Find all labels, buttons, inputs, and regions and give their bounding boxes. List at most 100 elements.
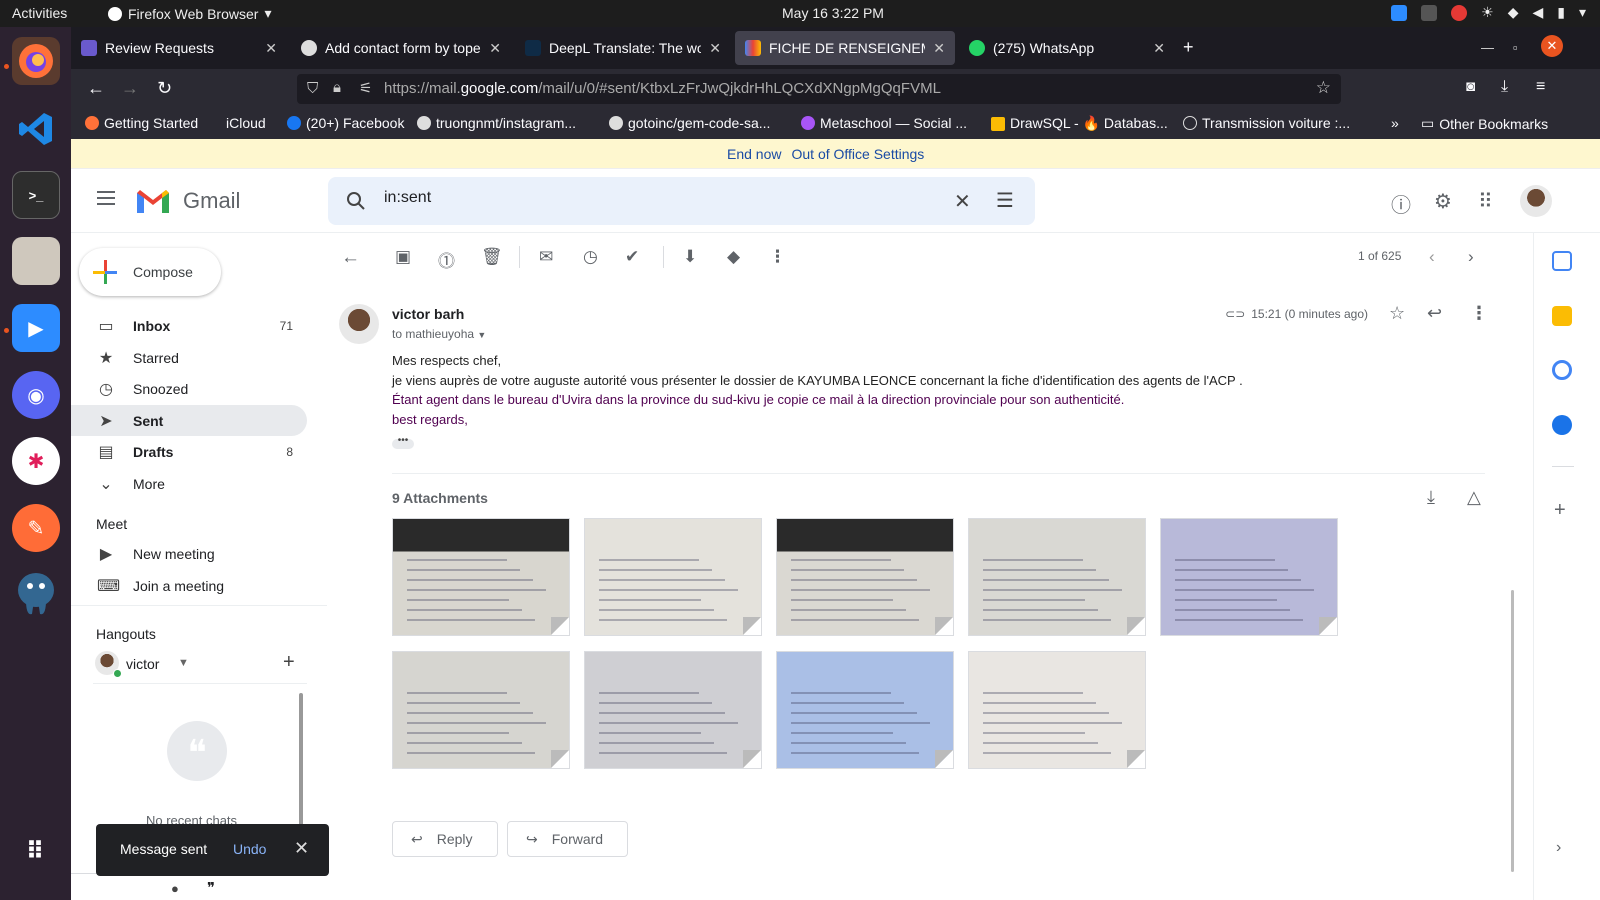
ooo-settings-link[interactable]: Out of Office Settings (791, 146, 924, 162)
reply-button[interactable]: ↩ Reply (392, 821, 498, 857)
new-meeting-item[interactable]: ▶ New meeting (71, 538, 307, 569)
close-icon[interactable]: ✕ (265, 40, 277, 57)
sidebar-item-more[interactable]: ⌄ More (71, 468, 307, 499)
close-icon[interactable]: ✕ (933, 40, 945, 57)
reply-icon[interactable]: ↩ (1427, 303, 1442, 324)
move-to-icon[interactable]: ⬇ (683, 247, 697, 267)
attachment-thumbnail[interactable] (776, 651, 954, 769)
tasks-icon[interactable] (1552, 360, 1572, 380)
search-input[interactable] (384, 189, 884, 207)
message-more-icon[interactable]: ⋮ (1470, 303, 1488, 324)
files-dock-icon[interactable] (12, 237, 60, 285)
firefox-dock-icon[interactable] (12, 37, 60, 85)
archive-icon[interactable]: ▣ (395, 247, 411, 267)
sender-name[interactable]: victor barh (392, 306, 464, 322)
slack-dock-icon[interactable]: ✱ (12, 437, 60, 485)
discord-dock-icon[interactable]: ◉ (12, 371, 60, 419)
close-icon[interactable]: ✕ (489, 40, 501, 57)
contacts-icon[interactable] (1552, 415, 1572, 435)
main-menu-icon[interactable] (97, 191, 115, 209)
close-icon[interactable]: ✕ (1153, 40, 1165, 57)
downloads-icon[interactable]: ⤓ (1501, 78, 1508, 96)
other-bookmarks[interactable]: ▭ Other Bookmarks (1421, 115, 1548, 132)
contacts-icon[interactable]: ● (171, 881, 179, 896)
hangouts-user[interactable]: victor (126, 656, 159, 672)
bookmark-getting-started[interactable]: Getting Started (85, 115, 198, 131)
wifi-icon[interactable]: ◆ (1508, 4, 1519, 21)
add-task-icon[interactable]: ✔ (625, 247, 639, 267)
attachment-thumbnail[interactable] (392, 518, 570, 636)
chevron-down-icon[interactable]: ▾ (1579, 4, 1586, 21)
zoom-tray-icon[interactable] (1391, 4, 1408, 21)
account-avatar[interactable] (1520, 185, 1552, 217)
tab-fiche-de-renseignement[interactable]: FICHE DE RENSEIGNEME ✕ (735, 31, 955, 65)
minimize-button[interactable]: — (1481, 40, 1494, 55)
apps-grid-icon[interactable]: ⠿ (1478, 189, 1493, 214)
close-icon[interactable]: ✕ (294, 838, 309, 859)
add-chat-icon[interactable]: + (283, 651, 295, 674)
battery-icon[interactable]: ▮ (1557, 4, 1565, 21)
newer-icon[interactable]: ‹ (1429, 247, 1435, 267)
volume-icon[interactable]: ◀ (1532, 4, 1543, 21)
attachment-thumbnail[interactable] (968, 651, 1146, 769)
help-icon[interactable]: ⓘ (1391, 189, 1411, 218)
close-icon[interactable]: ✕ (709, 40, 721, 57)
tab-add-contact-form[interactable]: Add contact form by tope ✕ (291, 31, 511, 65)
sidebar-scrollbar[interactable] (299, 693, 303, 843)
close-window-button[interactable]: ✕ (1541, 35, 1563, 57)
clear-search-icon[interactable]: ✕ (954, 189, 971, 214)
attachment-thumbnail[interactable] (1160, 518, 1338, 636)
compose-button[interactable]: Compose (79, 248, 221, 296)
bookmarks-overflow-icon[interactable]: » (1391, 115, 1399, 131)
attachment-thumbnail[interactable] (584, 651, 762, 769)
show-apps-icon[interactable]: ⠿ (12, 827, 60, 875)
bookmark-gotoinc[interactable]: gotoinc/gem-code-sa... (609, 115, 770, 131)
url-bar[interactable]: ⛉ 🔒︎ ⚟ https://mail.google.com/mail/u/0/… (297, 74, 1341, 104)
more-options-icon[interactable]: ⋮ (769, 247, 786, 267)
new-tab-button[interactable]: + (1183, 37, 1194, 58)
message-scrollbar[interactable] (1511, 590, 1514, 872)
get-addons-icon[interactable]: + (1554, 499, 1566, 522)
tab-whatsapp[interactable]: (275) WhatsApp ✕ (959, 31, 1175, 65)
vscode-dock-icon[interactable] (12, 105, 60, 153)
bookmark-facebook[interactable]: (20+) Facebook (287, 115, 404, 131)
star-message-icon[interactable]: ☆ (1389, 303, 1405, 324)
expand-panel-icon[interactable]: › (1556, 839, 1561, 857)
slack-tray-icon[interactable] (1421, 4, 1438, 21)
block-tray-icon[interactable] (1451, 4, 1468, 21)
download-all-icon[interactable]: ⤓ (1427, 487, 1435, 508)
join-meeting-item[interactable]: ⌨ Join a meeting (71, 570, 307, 601)
mark-unread-icon[interactable]: ✉ (539, 247, 553, 267)
sender-avatar[interactable] (339, 304, 379, 344)
app-menu[interactable]: Firefox Web Browser ▾ (108, 5, 271, 22)
show-trimmed-content-button[interactable]: ••• (392, 436, 414, 449)
postgresql-dock-icon[interactable] (12, 570, 60, 618)
sidebar-item-snoozed[interactable]: ◷ Snoozed (71, 373, 307, 404)
attachment-thumbnail[interactable] (584, 518, 762, 636)
tab-deepl[interactable]: DeepL Translate: The wor ✕ (515, 31, 731, 65)
bookmark-drawsql[interactable]: DrawSQL - 🔥 Databas... (991, 115, 1168, 132)
activities-button[interactable]: Activities (12, 5, 67, 21)
pocket-icon[interactable]: ◙ (1466, 78, 1475, 95)
terminal-dock-icon[interactable]: >_ (12, 171, 60, 219)
snooze-icon[interactable]: ◷ (583, 247, 598, 267)
attachment-thumbnail[interactable] (776, 518, 954, 636)
bookmark-star-icon[interactable]: ☆ (1316, 78, 1331, 98)
sidebar-item-starred[interactable]: ★ Starred (71, 342, 307, 373)
back-to-list-icon[interactable]: ← (341, 247, 360, 269)
permissions-icon[interactable]: ⚟ (359, 79, 372, 97)
chevron-down-icon[interactable]: ▼ (178, 657, 189, 669)
reload-button[interactable]: ↻ (157, 78, 172, 99)
undo-button[interactable]: Undo (233, 841, 266, 857)
menu-icon[interactable]: ≡ (1536, 78, 1545, 96)
tab-review-requests[interactable]: Review Requests ✕ (71, 31, 287, 65)
attachment-thumbnail[interactable] (392, 651, 570, 769)
url-text[interactable]: https://mail.google.com/mail/u/0/#sent/K… (384, 80, 941, 97)
end-now-link[interactable]: End now (727, 146, 781, 162)
lock-icon[interactable]: 🔒︎ (333, 79, 341, 96)
sidebar-item-inbox[interactable]: ▭ Inbox 71 (71, 310, 307, 341)
system-tray[interactable]: ☀ ◆ ◀ ▮ ▾ (1391, 4, 1586, 21)
recipient-line[interactable]: to mathieuyoha ▼ (392, 327, 486, 341)
sidebar-item-sent[interactable]: ➤ Sent (71, 405, 307, 436)
zoom-dock-icon[interactable]: ▶ (12, 304, 60, 352)
